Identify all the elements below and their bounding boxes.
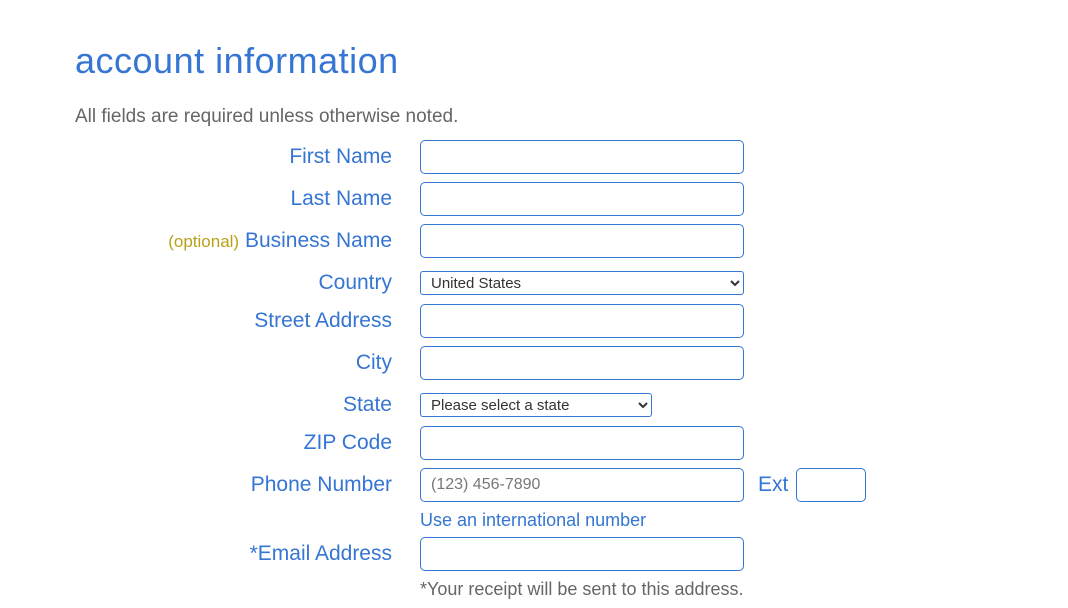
first-name-input[interactable] [420,140,744,174]
last-name-input[interactable] [420,182,744,216]
required-note: All fields are required unless otherwise… [75,106,1068,128]
street-address-label: Street Address [75,308,420,333]
phone-label: Phone Number [75,472,420,497]
street-address-input[interactable] [420,304,744,338]
page-title: account information [75,40,1068,82]
state-label: State [75,392,420,417]
phone-input[interactable] [420,468,744,502]
email-asterisk: * [250,542,258,565]
country-label: Country [75,270,420,295]
email-input[interactable] [420,537,744,571]
optional-prefix: (optional) [168,232,239,251]
email-label: *Email Address [75,541,420,566]
business-name-label: (optional) Business Name [75,228,420,253]
city-input[interactable] [420,346,744,380]
ext-label: Ext [758,473,788,497]
intl-number-link[interactable]: Use an international number [420,510,646,531]
state-select[interactable]: Please select a state [420,393,652,417]
first-name-label: First Name [75,144,420,169]
zip-label: ZIP Code [75,430,420,455]
ext-input[interactable] [796,468,866,502]
city-label: City [75,350,420,375]
zip-input[interactable] [420,426,744,460]
email-helper-note: *Your receipt will be sent to this addre… [420,579,744,600]
business-name-input[interactable] [420,224,744,258]
last-name-label: Last Name [75,186,420,211]
email-label-text: Email Address [258,542,392,565]
business-name-label-text: Business Name [245,229,392,252]
country-select[interactable]: United States [420,271,744,295]
